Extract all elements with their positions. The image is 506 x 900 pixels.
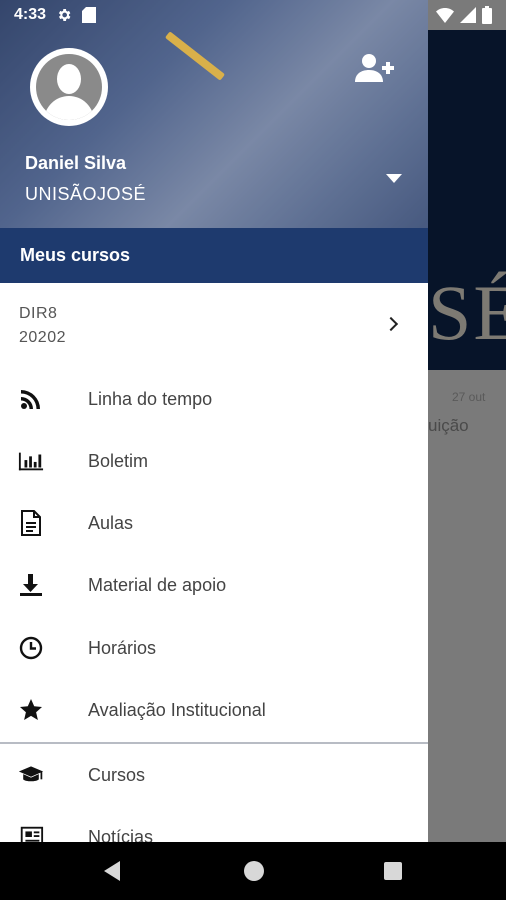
header-background-pencil [164,31,226,81]
battery-icon [482,6,492,24]
recent-apps-icon[interactable] [384,862,402,880]
clock-icon [18,635,44,661]
system-navigation-bar [0,842,506,900]
background-banner-text: SÉ [428,269,506,356]
chevron-right-icon [383,316,399,332]
menu-item-label: Boletim [88,450,149,471]
background-snippet: uição [428,416,469,435]
status-bar: 4:33 [0,0,506,30]
status-time: 4:33 [14,6,47,23]
bar-chart-icon [18,448,44,474]
document-icon [18,510,44,536]
rss-feed-icon [18,386,44,412]
menu-item-label: Horários [88,637,157,658]
sd-card-icon [82,7,97,23]
menu-item-label: Material de apoio [88,574,227,595]
home-icon[interactable] [244,861,264,881]
menu-item-aulas[interactable]: Aulas [0,492,428,554]
course-period: 20202 [19,329,66,346]
newspaper-icon [18,824,44,842]
user-institution: UNISÃOJOSÉ [25,184,147,204]
menu-item-linha-do-tempo[interactable]: Linha do tempo [0,368,428,430]
menu-item-noticias[interactable]: Notícias [0,806,428,842]
navigation-drawer: Daniel Silva UNISÃOJOSÉ Meus cursos DIR8… [0,0,428,842]
course-selector[interactable]: DIR8 20202 [0,283,428,367]
menu-item-material-de-apoio[interactable]: Material de apoio [0,554,428,616]
star-icon [18,697,44,723]
avatar[interactable] [30,48,108,126]
section-title: Meus cursos [20,245,131,265]
menu-item-label: Notícias [88,826,154,843]
course-code: DIR8 [19,305,58,322]
download-icon [18,572,44,598]
menu-item-label: Aulas [88,512,134,533]
add-user-icon[interactable] [354,52,394,84]
wifi-icon [436,8,454,23]
gear-icon [58,9,71,21]
menu-item-cursos[interactable]: Cursos [0,744,428,806]
menu-item-label: Cursos [88,764,146,785]
menu-item-horarios[interactable]: Horários [0,617,428,679]
back-icon[interactable] [104,861,120,881]
drawer-header: Daniel Silva UNISÃOJOSÉ [0,0,428,228]
menu-item-label: Avaliação Institucional [88,699,266,720]
user-name: Daniel Silva [25,153,127,173]
section-header-meus-cursos: Meus cursos [0,228,428,283]
background-date: 27 out [452,390,486,404]
account-dropdown-icon[interactable] [386,174,402,183]
avatar-placeholder-icon [36,54,102,120]
graduation-cap-icon [18,762,44,788]
signal-icon [460,7,476,23]
menu-item-avaliacao-institucional[interactable]: Avaliação Institucional [0,679,428,741]
menu-item-label: Linha do tempo [88,388,213,409]
menu-item-boletim[interactable]: Boletim [0,430,428,492]
